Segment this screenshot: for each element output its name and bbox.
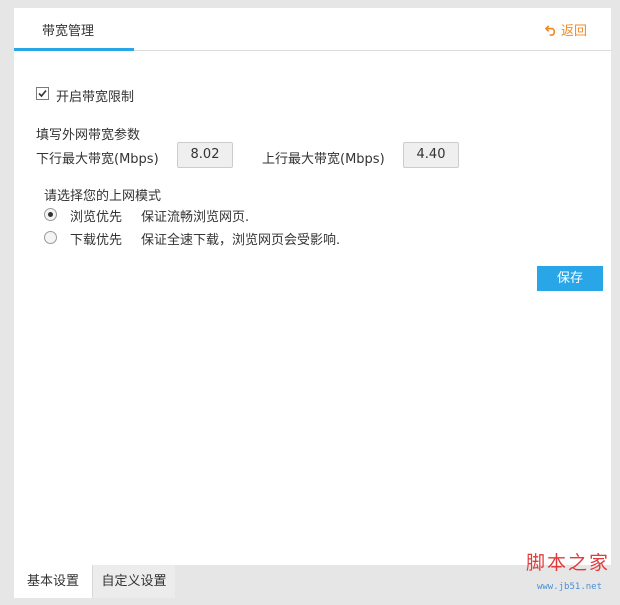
save-button[interactable]: 保存	[537, 266, 603, 291]
enable-limit-label: 开启带宽限制	[56, 90, 135, 105]
tab-bandwidth-management[interactable]: 带宽管理	[14, 8, 134, 51]
header-bar: 带宽管理 返回	[14, 8, 611, 51]
mode-title: 请选择您的上网模式	[44, 189, 162, 204]
mode-label-browse: 浏览优先	[70, 210, 123, 225]
back-button[interactable]: 返回	[544, 20, 587, 39]
bandwidth-panel: 带宽管理 返回 开启带宽限制 填写外网带宽参数 下行最大带宽(Mbps) 8.0…	[14, 8, 611, 598]
checkmark-icon	[38, 89, 47, 98]
download-label: 下行最大带宽(Mbps)	[36, 152, 159, 167]
mode-radio-download[interactable]	[44, 231, 57, 244]
mode-desc-download: 保证全速下载，浏览网页会受影响.	[141, 233, 341, 248]
tab-label: 带宽管理	[42, 24, 95, 39]
mode-label-download: 下载优先	[70, 233, 123, 248]
tab-basic-settings[interactable]: 基本设置	[14, 565, 92, 598]
download-value-field[interactable]: 8.02	[177, 142, 233, 168]
upload-value-field[interactable]: 4.40	[403, 142, 459, 168]
bottom-tab-bar: 基本设置 自定义设置	[14, 565, 611, 598]
params-title: 填写外网带宽参数	[36, 128, 141, 143]
mode-desc-browse: 保证流畅浏览网页.	[141, 210, 250, 225]
watermark-url: www.jb51.net	[536, 582, 602, 592]
tab-custom-settings[interactable]: 自定义设置	[92, 565, 175, 598]
undo-arrow-icon	[544, 25, 556, 36]
mode-radio-browse[interactable]	[44, 208, 57, 221]
upload-label: 上行最大带宽(Mbps)	[262, 152, 385, 167]
back-label: 返回	[560, 24, 587, 39]
watermark-text: 脚本之家	[525, 552, 610, 574]
enable-limit-checkbox[interactable]	[36, 87, 49, 100]
